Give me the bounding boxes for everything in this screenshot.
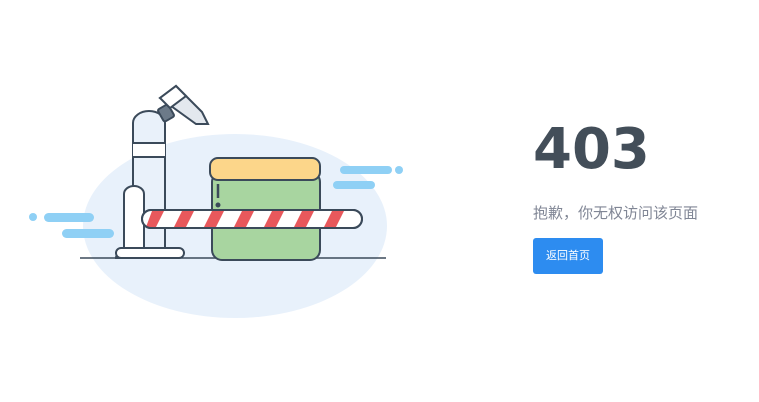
no-access-illustration — [29, 84, 403, 318]
error-code: 403 — [533, 117, 650, 182]
back-home-button[interactable]: 返回首页 — [533, 238, 603, 274]
security-camera-icon — [157, 84, 210, 125]
barrier-arm — [141, 209, 363, 229]
error-panel: 403 抱歉，你无权访问该页面 返回首页 — [533, 118, 753, 274]
forbidden-page: 403 抱歉，你无权访问该页面 返回首页 — [0, 0, 759, 402]
error-description: 抱歉，你无权访问该页面 — [533, 204, 699, 222]
